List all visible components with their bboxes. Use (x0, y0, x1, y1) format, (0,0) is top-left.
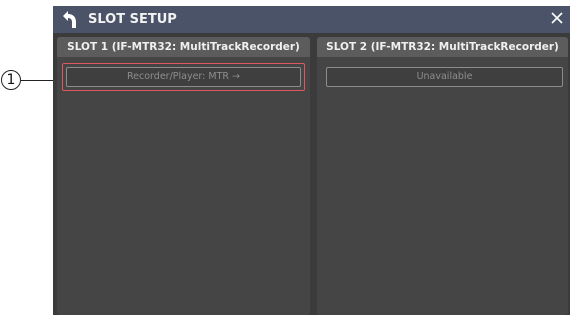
slot-1-recorder-player-button[interactable]: Recorder/Player: MTR → (66, 67, 301, 87)
slot-2-panel: SLOT 2 (IF-MTR32: MultiTrackRecorder) Un… (317, 37, 568, 315)
slot-2-header: SLOT 2 (IF-MTR32: MultiTrackRecorder) (317, 37, 568, 57)
back-arrow-icon[interactable] (57, 8, 79, 30)
close-icon[interactable] (548, 9, 566, 27)
title-bar: SLOT SETUP (53, 6, 570, 33)
slot-1-header: SLOT 1 (IF-MTR32: MultiTrackRecorder) (57, 37, 310, 57)
slot-setup-window: SLOT SETUP SLOT 1 (IF-MTR32: MultiTrackR… (53, 6, 570, 315)
callout-number: 1 (1, 70, 21, 90)
slot-2-unavailable-button[interactable]: Unavailable (326, 67, 563, 87)
slot-1-panel: SLOT 1 (IF-MTR32: MultiTrackRecorder) Re… (57, 37, 310, 315)
window-title: SLOT SETUP (88, 12, 177, 27)
